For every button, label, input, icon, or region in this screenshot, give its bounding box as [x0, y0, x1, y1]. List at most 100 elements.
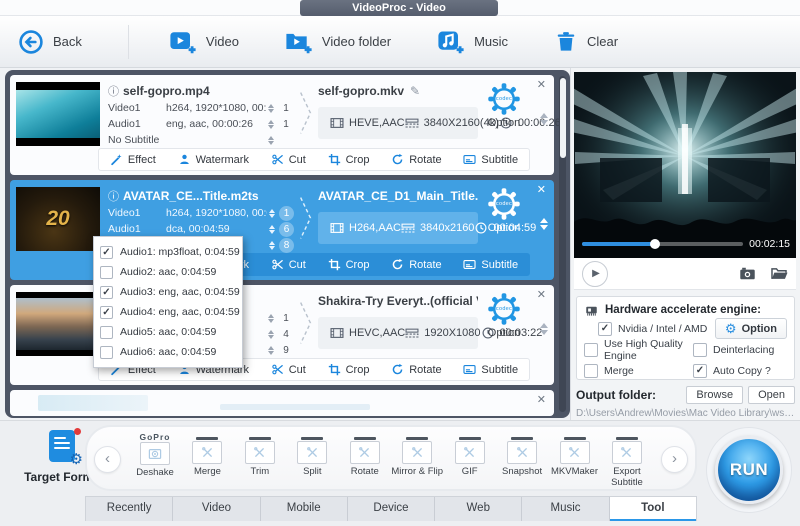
tool-split[interactable]: Split	[286, 431, 338, 487]
audio-track-item[interactable]: ✓Audio3: eng, aac, 0:04:59	[100, 282, 236, 302]
checkbox[interactable]: ✓	[598, 322, 612, 336]
cut-button[interactable]: Cut	[271, 363, 306, 376]
tool-deshake[interactable]: GoProDeshake	[129, 431, 181, 487]
close-icon[interactable]: ✕	[537, 183, 546, 196]
tab-recently[interactable]: Recently	[86, 497, 173, 521]
file-row-4[interactable]: ✕	[10, 390, 554, 416]
checkbox[interactable]	[584, 364, 598, 378]
tool-mirror-flip[interactable]: Mirror & Flip	[391, 431, 443, 487]
track-spinner[interactable]	[266, 314, 276, 323]
open-button[interactable]: Open	[748, 386, 795, 404]
subtitle-button[interactable]: Subtitle	[463, 363, 518, 376]
checkbox[interactable]: ✓	[100, 246, 113, 259]
gpu-checkbox-group[interactable]: ✓Nvidia / Intel / AMD	[598, 322, 707, 336]
engine-option-button[interactable]: ⚙Option	[715, 318, 787, 339]
tab-tool[interactable]: Tool	[610, 497, 696, 521]
track-spinner[interactable]	[266, 120, 276, 129]
checkbox[interactable]	[693, 343, 707, 357]
list-scrollbar[interactable]	[559, 76, 566, 412]
scrollbar-thumb[interactable]	[560, 78, 566, 158]
track-spinner[interactable]	[267, 241, 277, 250]
codec-option-button[interactable]: codec Option	[478, 292, 530, 355]
tool-gif[interactable]: GIF	[444, 431, 496, 487]
audio-track-item[interactable]: Audio2: aac, 0:04:59	[100, 262, 236, 282]
rotate-button[interactable]: Rotate	[391, 153, 441, 166]
tab-device[interactable]: Device	[348, 497, 435, 521]
add-music-button[interactable]: Music	[437, 28, 508, 56]
track-spinner[interactable]	[266, 346, 276, 355]
checkbox[interactable]: ✓	[100, 306, 113, 319]
tab-music[interactable]: Music	[522, 497, 609, 521]
file-row-1[interactable]: ⓘself-gopro.mp4 Video1h264, 1920*1080, 0…	[10, 75, 554, 175]
add-video-folder-button[interactable]: Video folder	[285, 28, 391, 56]
tool-mkvmaker[interactable]: MKVMaker	[549, 431, 601, 487]
toolbox-scroll-right[interactable]: ›	[661, 446, 688, 473]
crop-icon	[328, 258, 341, 271]
crop-button[interactable]: Crop	[328, 258, 370, 271]
track-label: Audio1	[108, 223, 166, 235]
video-preview[interactable]: 00:02:15	[574, 72, 796, 258]
open-folder-icon[interactable]	[770, 265, 788, 282]
close-icon[interactable]: ✕	[537, 288, 546, 301]
checkbox[interactable]	[100, 346, 113, 359]
high-quality-checkbox-group[interactable]: Use High Quality Engine	[584, 338, 693, 362]
track-spinner[interactable]	[266, 330, 276, 339]
crop-button[interactable]: Crop	[328, 363, 370, 376]
subtitle-button[interactable]: Subtitle	[463, 153, 518, 166]
checkbox[interactable]	[584, 343, 598, 357]
auto-copy-checkbox-group[interactable]: ✓Auto Copy ?	[693, 364, 787, 378]
cut-button[interactable]: Cut	[271, 153, 306, 166]
track-spinner[interactable]	[267, 225, 277, 234]
toolbox-scroll-left[interactable]: ‹	[94, 446, 121, 473]
codec-option-button[interactable]: codec Option	[478, 187, 530, 250]
track-spinner[interactable]	[266, 104, 276, 113]
audio-track-item[interactable]: Audio5: aac, 0:04:59	[100, 322, 236, 342]
tab-web[interactable]: Web	[435, 497, 522, 521]
close-icon[interactable]: ✕	[537, 393, 546, 406]
effect-button[interactable]: Effect	[110, 153, 156, 166]
tool-merge[interactable]: Merge	[181, 431, 233, 487]
subtitle-button[interactable]: Subtitle	[463, 258, 518, 271]
tool-export-subtitle[interactable]: Export Subtitle	[601, 431, 653, 487]
checkbox[interactable]: ✓	[693, 364, 707, 378]
tab-mobile[interactable]: Mobile	[261, 497, 348, 521]
track-spinner[interactable]	[267, 209, 277, 218]
clear-button[interactable]: Clear	[554, 30, 618, 54]
track-spinner[interactable]	[266, 136, 276, 145]
back-button[interactable]: Back	[18, 29, 82, 55]
seek-knob[interactable]	[650, 239, 660, 249]
close-icon[interactable]: ✕	[537, 78, 546, 91]
file-row-2[interactable]: 20 ⓘAVATAR_CE...Title.m2ts Video1h264, 1…	[10, 180, 554, 280]
rotate-button[interactable]: Rotate	[391, 258, 441, 271]
deinterlacing-checkbox-group[interactable]: Deinterlacing	[693, 343, 787, 357]
codec-option-button[interactable]: codec Option	[478, 82, 530, 145]
run-button[interactable]: RUN	[715, 436, 783, 504]
audio-track-item[interactable]: ✓Audio4: eng, aac, 0:04:59	[100, 302, 236, 322]
file-row-3[interactable]: ⓘ 1 4 9 Shakira-Try Everyt..(official Vi…	[10, 285, 554, 385]
edit-icon[interactable]: ✎	[410, 84, 420, 98]
row-sort-arrows[interactable]	[540, 323, 548, 335]
crop-button[interactable]: Crop	[328, 153, 370, 166]
snapshot-camera-icon[interactable]	[739, 265, 756, 282]
option-label: Option	[478, 327, 530, 339]
add-video-button[interactable]: Video	[169, 28, 239, 56]
checkbox[interactable]	[100, 326, 113, 339]
tab-video[interactable]: Video	[173, 497, 260, 521]
tool-rotate[interactable]: Rotate	[339, 431, 391, 487]
cut-button[interactable]: Cut	[271, 258, 306, 271]
audio-track-item[interactable]: ✓Audio1: mp3float, 0:04:59	[100, 242, 236, 262]
watermark-button[interactable]: Watermark	[178, 153, 249, 166]
checkbox[interactable]	[100, 266, 113, 279]
rotate-button[interactable]: Rotate	[391, 363, 441, 376]
checkbox[interactable]: ✓	[100, 286, 113, 299]
merge-checkbox-group[interactable]: Merge	[584, 364, 634, 378]
browse-button[interactable]: Browse	[686, 386, 743, 404]
play-button[interactable]: ▶	[582, 261, 608, 287]
seek-bar[interactable]	[582, 242, 743, 246]
tool-trim[interactable]: Trim	[234, 431, 286, 487]
toolbox-strip: ‹ › GoProDeshake Merge Trim Split Rotate…	[85, 425, 697, 491]
audio-track-item[interactable]: Audio6: aac, 0:04:59	[100, 342, 236, 362]
row-sort-arrows[interactable]	[540, 218, 548, 230]
row-sort-arrows[interactable]	[540, 113, 548, 125]
tool-snapshot[interactable]: Snapshot	[496, 431, 548, 487]
